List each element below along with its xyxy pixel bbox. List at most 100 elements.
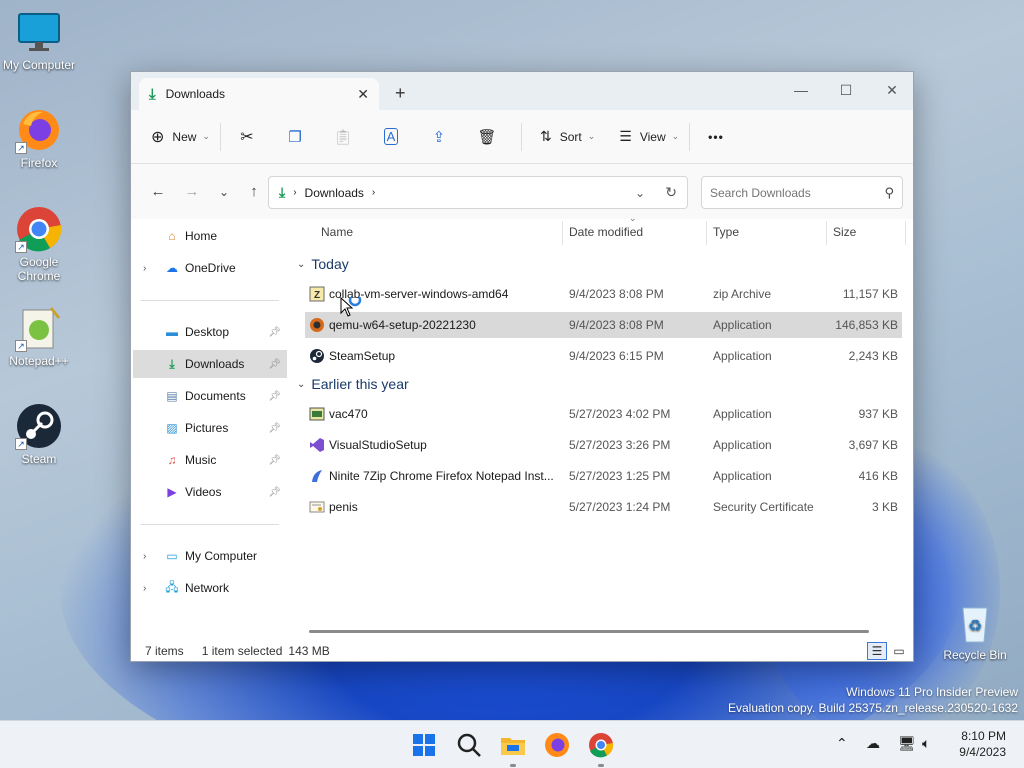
- sidebar-divider: [141, 524, 279, 525]
- new-tab-button[interactable]: +: [395, 84, 406, 102]
- paste-button[interactable]: 📋︎: [327, 121, 359, 153]
- share-button[interactable]: ⇪: [423, 121, 455, 153]
- network-monitor-icon[interactable]: 🖥︎: [898, 735, 916, 752]
- file-row[interactable]: Ninite 7Zip Chrome Firefox Notepad Inst.…: [305, 463, 902, 489]
- more-options-button[interactable]: •••: [700, 121, 732, 153]
- windows-watermark: Windows 11 Pro Insider Preview Evaluatio…: [728, 684, 1018, 716]
- file-date: 9/4/2023 8:08 PM: [569, 287, 664, 301]
- system-clock[interactable]: 8:10 PM 9/4/2023: [959, 728, 1006, 760]
- sort-button[interactable]: ⇅ Sort ⌄: [532, 121, 603, 153]
- tab-downloads[interactable]: ⤓ Downloads ✕: [139, 78, 379, 110]
- show-hidden-icons-chevron-icon[interactable]: ⌃: [836, 735, 848, 752]
- forward-button[interactable]: →: [177, 183, 207, 200]
- horizontal-scrollbar[interactable]: [309, 630, 869, 633]
- download-icon: ⤓: [279, 184, 286, 200]
- column-divider[interactable]: [562, 221, 563, 245]
- pin-icon: 📌︎: [268, 358, 281, 370]
- group-header-earlier[interactable]: ⌄ Earlier this year: [297, 376, 409, 392]
- recent-locations-button[interactable]: ⌄: [209, 185, 239, 199]
- view-label: View: [639, 129, 666, 144]
- cut-button[interactable]: ✂: [231, 121, 263, 153]
- taskbar-file-explorer[interactable]: [499, 731, 527, 759]
- sidebar-item-label: Downloads: [185, 357, 245, 371]
- column-divider[interactable]: [905, 221, 906, 245]
- sidebar-item-music[interactable]: ♫ Music 📌︎: [133, 446, 287, 474]
- refresh-icon[interactable]: ↻: [665, 184, 677, 201]
- network-icon: 🖧︎: [165, 579, 179, 594]
- column-header-name[interactable]: Name: [321, 217, 353, 247]
- sidebar-item-documents[interactable]: ▤ Documents 📌︎: [133, 382, 287, 410]
- tiles-view-button[interactable]: ▭: [889, 642, 909, 660]
- group-label: Earlier this year: [311, 376, 409, 392]
- sidebar-item-desktop[interactable]: ▬ Desktop 📌︎: [133, 318, 287, 346]
- search-icon[interactable]: ⚲: [884, 185, 894, 201]
- collapse-chevron-icon: ⌄: [297, 378, 306, 390]
- address-dropdown-icon[interactable]: ⌄: [635, 186, 645, 200]
- file-row[interactable]: VisualStudioSetup 5/27/2023 3:26 PM Appl…: [305, 432, 902, 458]
- view-list-icon: ☰: [619, 128, 632, 144]
- sidebar-item-onedrive[interactable]: ☁ OneDrive: [133, 254, 287, 282]
- navigation-pane: ⌂ Home › ☁ OneDrive ▬ Desktop 📌︎ ⤓ Downl…: [131, 217, 289, 629]
- sort-indicator-icon: ⌄: [629, 213, 637, 223]
- desktop-icon-label: Google Chrome: [17, 255, 61, 283]
- desktop-icon-notepadpp[interactable]: ↗ Notepad++: [1, 304, 77, 368]
- minimize-button[interactable]: —: [778, 76, 824, 104]
- desktop-icon-recycle-bin[interactable]: ♻ Recycle Bin: [937, 598, 1013, 662]
- file-size: 937 KB: [858, 407, 898, 421]
- sidebar-item-home[interactable]: ⌂ Home: [133, 222, 287, 250]
- copy-button[interactable]: ❐: [279, 121, 311, 153]
- sidebar-item-videos[interactable]: ▶ Videos 📌︎: [133, 478, 287, 506]
- search-button[interactable]: [455, 731, 483, 759]
- desktop-icon-chrome[interactable]: ↗ Google Chrome: [1, 205, 77, 283]
- desktop-icon-steam[interactable]: ↗ Steam: [1, 402, 77, 466]
- sidebar-item-label: Documents: [185, 389, 246, 403]
- column-header-size[interactable]: Size: [833, 217, 856, 247]
- taskbar-firefox[interactable]: [543, 731, 571, 759]
- group-header-today[interactable]: ⌄ Today: [297, 256, 349, 272]
- start-button[interactable]: [410, 731, 438, 759]
- search-box[interactable]: ⚲: [701, 176, 903, 209]
- details-view-button[interactable]: ☰: [867, 642, 887, 660]
- onedrive-offline-icon[interactable]: ☁︎: [866, 735, 880, 752]
- close-window-button[interactable]: ✕: [869, 76, 915, 104]
- column-divider[interactable]: [706, 221, 707, 245]
- file-row[interactable]: penis 5/27/2023 1:24 PM Security Certifi…: [305, 494, 902, 520]
- desktop-icon-firefox[interactable]: ↗ Firefox: [1, 106, 77, 170]
- new-button[interactable]: ⊕ New ⌄: [143, 121, 218, 153]
- volume-icon[interactable]: 🔈︎: [922, 735, 930, 752]
- sidebar-item-pictures[interactable]: ▨ Pictures 📌︎: [133, 414, 287, 442]
- sidebar-item-downloads[interactable]: ⤓ Downloads 📌︎: [133, 350, 287, 378]
- tab-close-icon[interactable]: ✕: [357, 86, 369, 103]
- taskbar-chrome[interactable]: [587, 731, 615, 759]
- shortcut-arrow-icon: ↗: [15, 241, 27, 253]
- file-row[interactable]: Z collab-vm-server-windows-amd64 9/4/202…: [305, 281, 902, 307]
- desktop-icon-my-computer[interactable]: My Computer: [1, 8, 77, 72]
- breadcrumb-current[interactable]: Downloads: [305, 186, 364, 200]
- maximize-button[interactable]: ☐: [823, 76, 869, 104]
- delete-button[interactable]: 🗑︎: [471, 121, 503, 153]
- address-bar[interactable]: ⤓ › Downloads › ⌄ ↻: [268, 176, 688, 209]
- sidebar-item-my-computer[interactable]: ▭ My Computer: [133, 542, 287, 570]
- pin-icon: 📌︎: [268, 454, 281, 466]
- toolbar-divider: [689, 122, 691, 151]
- file-row[interactable]: SteamSetup 9/4/2023 6:15 PM Application …: [305, 343, 902, 369]
- file-row[interactable]: vac470 5/27/2023 4:02 PM Application 937…: [305, 401, 902, 427]
- column-divider[interactable]: [826, 221, 827, 245]
- sidebar-item-label: Videos: [185, 485, 222, 499]
- notepadpp-icon: ↗: [15, 304, 63, 352]
- sidebar-item-network[interactable]: 🖧︎ Network: [133, 574, 287, 602]
- search-input[interactable]: [710, 185, 885, 200]
- back-button[interactable]: ←: [143, 183, 173, 200]
- shortcut-arrow-icon: ↗: [15, 438, 27, 450]
- view-button[interactable]: ☰ View ⌄: [611, 121, 687, 153]
- pictures-icon: ▨: [166, 421, 178, 435]
- file-name: Ninite 7Zip Chrome Firefox Notepad Inst.…: [329, 469, 554, 483]
- rename-button[interactable]: A: [375, 121, 407, 153]
- more-icon: •••: [708, 129, 724, 144]
- up-button[interactable]: ↑: [239, 183, 269, 200]
- file-type: Application: [713, 469, 772, 483]
- folder-icon: [501, 738, 525, 755]
- rename-icon: A: [383, 128, 399, 145]
- column-header-type[interactable]: Type: [713, 217, 739, 247]
- file-row-selected[interactable]: qemu-w64-setup-20221230 9/4/2023 8:08 PM…: [305, 312, 902, 338]
